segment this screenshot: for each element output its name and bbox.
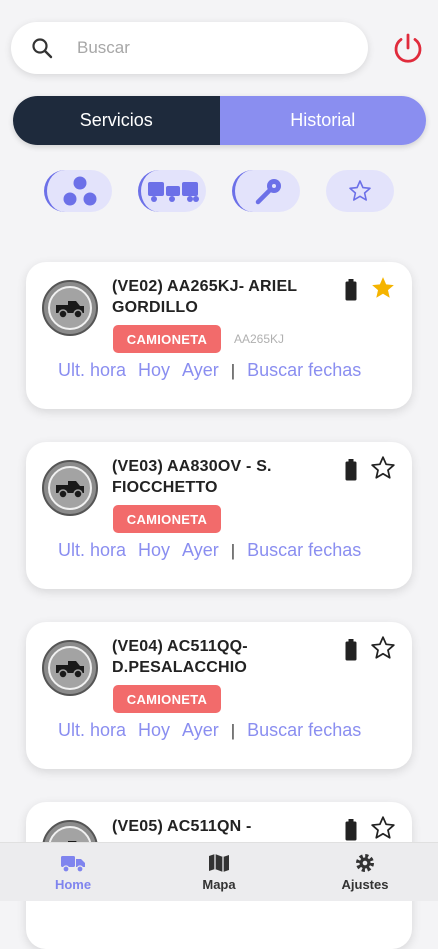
favorite-star-icon[interactable] bbox=[370, 275, 396, 301]
vehicle-name: (VE03) AA830OV - S. FIOCCHETTO bbox=[112, 456, 330, 498]
map-icon bbox=[209, 853, 229, 872]
vehicle-name-line1: (VE03) AA830OV - S. bbox=[112, 458, 272, 475]
pickup-truck-icon bbox=[56, 481, 84, 499]
search-input[interactable] bbox=[75, 37, 329, 59]
vehicle-name-line1: (VE02) AA265KJ- ARIEL bbox=[112, 278, 298, 295]
vehicle-card[interactable]: (VE04) AC511QQ- D.PESALACCHIO CAMIONETA … bbox=[26, 622, 412, 769]
battery-icon bbox=[345, 819, 357, 841]
favorite-star-icon[interactable] bbox=[370, 455, 396, 481]
bottom-nav: Home Mapa Ajustes bbox=[0, 842, 438, 901]
separator: | bbox=[230, 720, 236, 740]
truck-icon bbox=[61, 855, 85, 873]
favorite-star-icon[interactable] bbox=[370, 635, 396, 661]
filter-favorites-button[interactable] bbox=[326, 170, 394, 212]
last-hour-link[interactable]: Ult. hora bbox=[58, 360, 126, 381]
group-icon bbox=[63, 176, 96, 206]
search-bar[interactable] bbox=[11, 22, 368, 74]
pickup-truck-icon bbox=[56, 661, 84, 679]
battery-icon bbox=[345, 459, 357, 481]
nav-map[interactable]: Mapa bbox=[146, 843, 292, 901]
filter-bar bbox=[0, 170, 438, 212]
vehicle-name: (VE02) AA265KJ- ARIEL GORDILLO bbox=[112, 276, 330, 318]
yesterday-link[interactable]: Ayer bbox=[182, 540, 219, 561]
filter-all-button[interactable] bbox=[44, 170, 112, 212]
vehicle-type-badge: CAMIONETA bbox=[113, 325, 221, 353]
gear-icon bbox=[356, 853, 374, 872]
history-actions: Ult. hora Hoy Ayer | Buscar fechas bbox=[58, 720, 361, 741]
favorite-star-icon[interactable] bbox=[370, 815, 396, 841]
vehicle-avatar bbox=[42, 640, 98, 696]
nav-settings[interactable]: Ajustes bbox=[292, 843, 438, 901]
history-actions: Ult. hora Hoy Ayer | Buscar fechas bbox=[58, 540, 361, 561]
filter-key-button[interactable] bbox=[232, 170, 300, 212]
vehicles-icon bbox=[147, 182, 199, 202]
search-dates-link[interactable]: Buscar fechas bbox=[247, 360, 361, 381]
yesterday-link[interactable]: Ayer bbox=[182, 720, 219, 741]
separator: | bbox=[230, 540, 236, 560]
nav-home-label: Home bbox=[54, 876, 92, 892]
battery-icon bbox=[345, 639, 357, 661]
vehicle-name: (VE05) AC511QN - bbox=[112, 816, 330, 837]
yesterday-link[interactable]: Ayer bbox=[182, 360, 219, 381]
search-dates-link[interactable]: Buscar fechas bbox=[247, 720, 361, 741]
vehicle-plate: AA265KJ bbox=[234, 332, 285, 346]
vehicle-name-line2: GORDILLO bbox=[112, 299, 199, 316]
search-dates-link[interactable]: Buscar fechas bbox=[247, 540, 361, 561]
today-link[interactable]: Hoy bbox=[138, 360, 170, 381]
vehicle-name-line2: FIOCCHETTO bbox=[112, 479, 218, 496]
vehicle-name: (VE04) AC511QQ- D.PESALACCHIO bbox=[112, 636, 330, 678]
vehicle-type-badge: CAMIONETA bbox=[113, 685, 221, 713]
battery-icon bbox=[345, 279, 357, 301]
star-outline-icon bbox=[349, 180, 371, 201]
key-icon bbox=[255, 179, 281, 205]
last-hour-link[interactable]: Ult. hora bbox=[58, 540, 126, 561]
vehicle-card[interactable]: (VE03) AA830OV - S. FIOCCHETTO CAMIONETA… bbox=[26, 442, 412, 589]
power-icon[interactable] bbox=[390, 30, 426, 66]
vehicle-type-badge: CAMIONETA bbox=[113, 505, 221, 533]
vehicle-name-line1: (VE05) AC511QN - bbox=[112, 818, 252, 835]
vehicle-avatar bbox=[42, 280, 98, 336]
nav-settings-label: Ajustes bbox=[341, 876, 389, 892]
filter-vehicles-button[interactable] bbox=[138, 170, 206, 212]
vehicle-name-line1: (VE04) AC511QQ- bbox=[112, 638, 248, 655]
vehicle-name-line2: D.PESALACCHIO bbox=[112, 659, 248, 676]
search-icon bbox=[32, 38, 53, 59]
nav-map-label: Mapa bbox=[202, 876, 236, 892]
today-link[interactable]: Hoy bbox=[138, 720, 170, 741]
tab-switcher: Servicios Historial bbox=[13, 96, 426, 145]
tab-historial[interactable]: Historial bbox=[219, 96, 426, 145]
history-actions: Ult. hora Hoy Ayer | Buscar fechas bbox=[58, 360, 361, 381]
last-hour-link[interactable]: Ult. hora bbox=[58, 720, 126, 741]
today-link[interactable]: Hoy bbox=[138, 540, 170, 561]
tab-servicios[interactable]: Servicios bbox=[13, 96, 220, 145]
pickup-truck-icon bbox=[56, 301, 84, 319]
separator: | bbox=[230, 360, 236, 380]
nav-home[interactable]: Home bbox=[0, 843, 146, 901]
vehicle-avatar bbox=[42, 460, 98, 516]
vehicle-card[interactable]: (VE02) AA265KJ- ARIEL GORDILLO CAMIONETA… bbox=[26, 262, 412, 409]
